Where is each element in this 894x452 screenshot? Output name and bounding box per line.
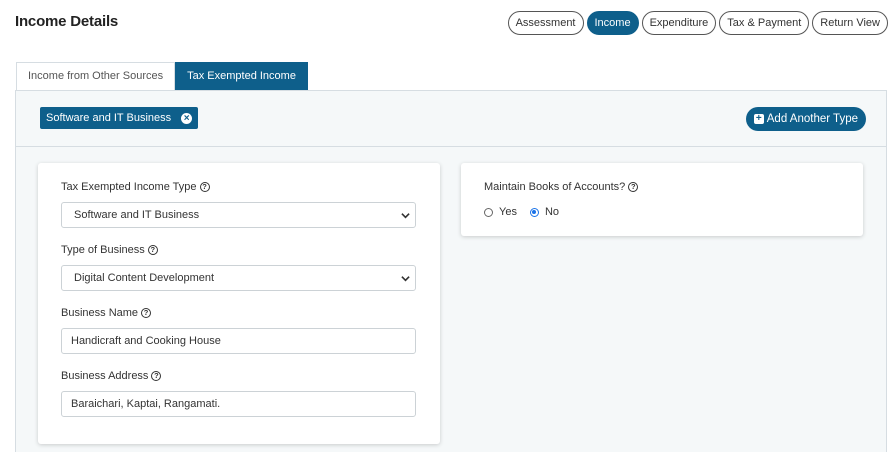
exempted-type-label: Tax Exempted Income Type xyxy=(61,181,197,193)
tab-panel: Software and IT Business × + Add Another… xyxy=(15,90,887,452)
business-type-value: Digital Content Development xyxy=(74,272,215,284)
books-label-row: Maintain Books of Accounts? ? xyxy=(484,181,639,193)
step-tax-payment[interactable]: Tax & Payment xyxy=(719,11,810,35)
step-nav: Assessment Income Expenditure Tax & Paym… xyxy=(507,11,888,35)
business-type-label: Type of Business xyxy=(61,244,145,256)
books-option-no[interactable]: No xyxy=(529,206,560,218)
business-info-card: Tax Exempted Income Type ? Software and … xyxy=(38,163,440,444)
business-name-input[interactable]: Handicraft and Cooking House xyxy=(61,328,416,354)
plus-icon: + xyxy=(753,114,764,124)
books-radio-group: Yes No xyxy=(484,206,572,218)
business-address-label: Business Address xyxy=(61,370,149,382)
step-expenditure[interactable]: Expenditure xyxy=(641,11,717,35)
business-address-input[interactable]: Baraichari, Kaptai, Rangamati. xyxy=(61,391,416,417)
business-type-label-row: Type of Business ? xyxy=(61,244,158,256)
exempted-type-label-row: Tax Exempted Income Type ? xyxy=(61,181,210,193)
add-another-type-button[interactable]: + Add Another Type xyxy=(745,107,866,131)
step-return-view[interactable]: Return View xyxy=(812,11,888,35)
type-chip-label: Software and IT Business xyxy=(46,112,172,124)
business-address-label-row: Business Address ? xyxy=(61,370,162,382)
business-name-label: Business Name xyxy=(61,307,139,319)
help-icon[interactable]: ? xyxy=(147,245,158,255)
business-type-select[interactable]: Digital Content Development xyxy=(61,265,416,291)
help-icon[interactable]: ? xyxy=(199,182,210,192)
books-label: Maintain Books of Accounts? xyxy=(484,181,626,193)
business-name-label-row: Business Name ? xyxy=(61,307,152,319)
exempted-type-select[interactable]: Software and IT Business xyxy=(61,202,416,228)
chevron-down-icon xyxy=(401,213,410,219)
radio-yes[interactable] xyxy=(484,207,493,217)
radio-no[interactable] xyxy=(529,207,539,217)
tab-tax-exempted-income[interactable]: Tax Exempted Income xyxy=(175,62,308,90)
chevron-down-icon xyxy=(401,276,410,282)
help-icon[interactable]: ? xyxy=(628,182,639,192)
step-income[interactable]: Income xyxy=(586,11,639,35)
step-assessment[interactable]: Assessment xyxy=(507,11,584,35)
add-another-type-label: Add Another Type xyxy=(766,113,858,125)
help-icon[interactable]: ? xyxy=(151,371,162,381)
books-card: Maintain Books of Accounts? ? Yes No xyxy=(461,163,863,236)
radio-no-label: No xyxy=(544,206,560,218)
type-bar: Software and IT Business × + Add Another… xyxy=(16,91,886,147)
tab-income-other-sources[interactable]: Income from Other Sources xyxy=(16,62,176,90)
income-tabs: Income from Other Sources Tax Exempted I… xyxy=(16,62,308,90)
close-icon[interactable]: × xyxy=(181,112,193,124)
type-chip: Software and IT Business × xyxy=(40,107,199,129)
help-icon[interactable]: ? xyxy=(141,308,152,318)
exempted-type-value: Software and IT Business xyxy=(74,209,200,221)
books-option-yes[interactable]: Yes xyxy=(484,206,517,218)
radio-yes-label: Yes xyxy=(499,206,517,218)
page-title: Income Details xyxy=(15,13,119,30)
